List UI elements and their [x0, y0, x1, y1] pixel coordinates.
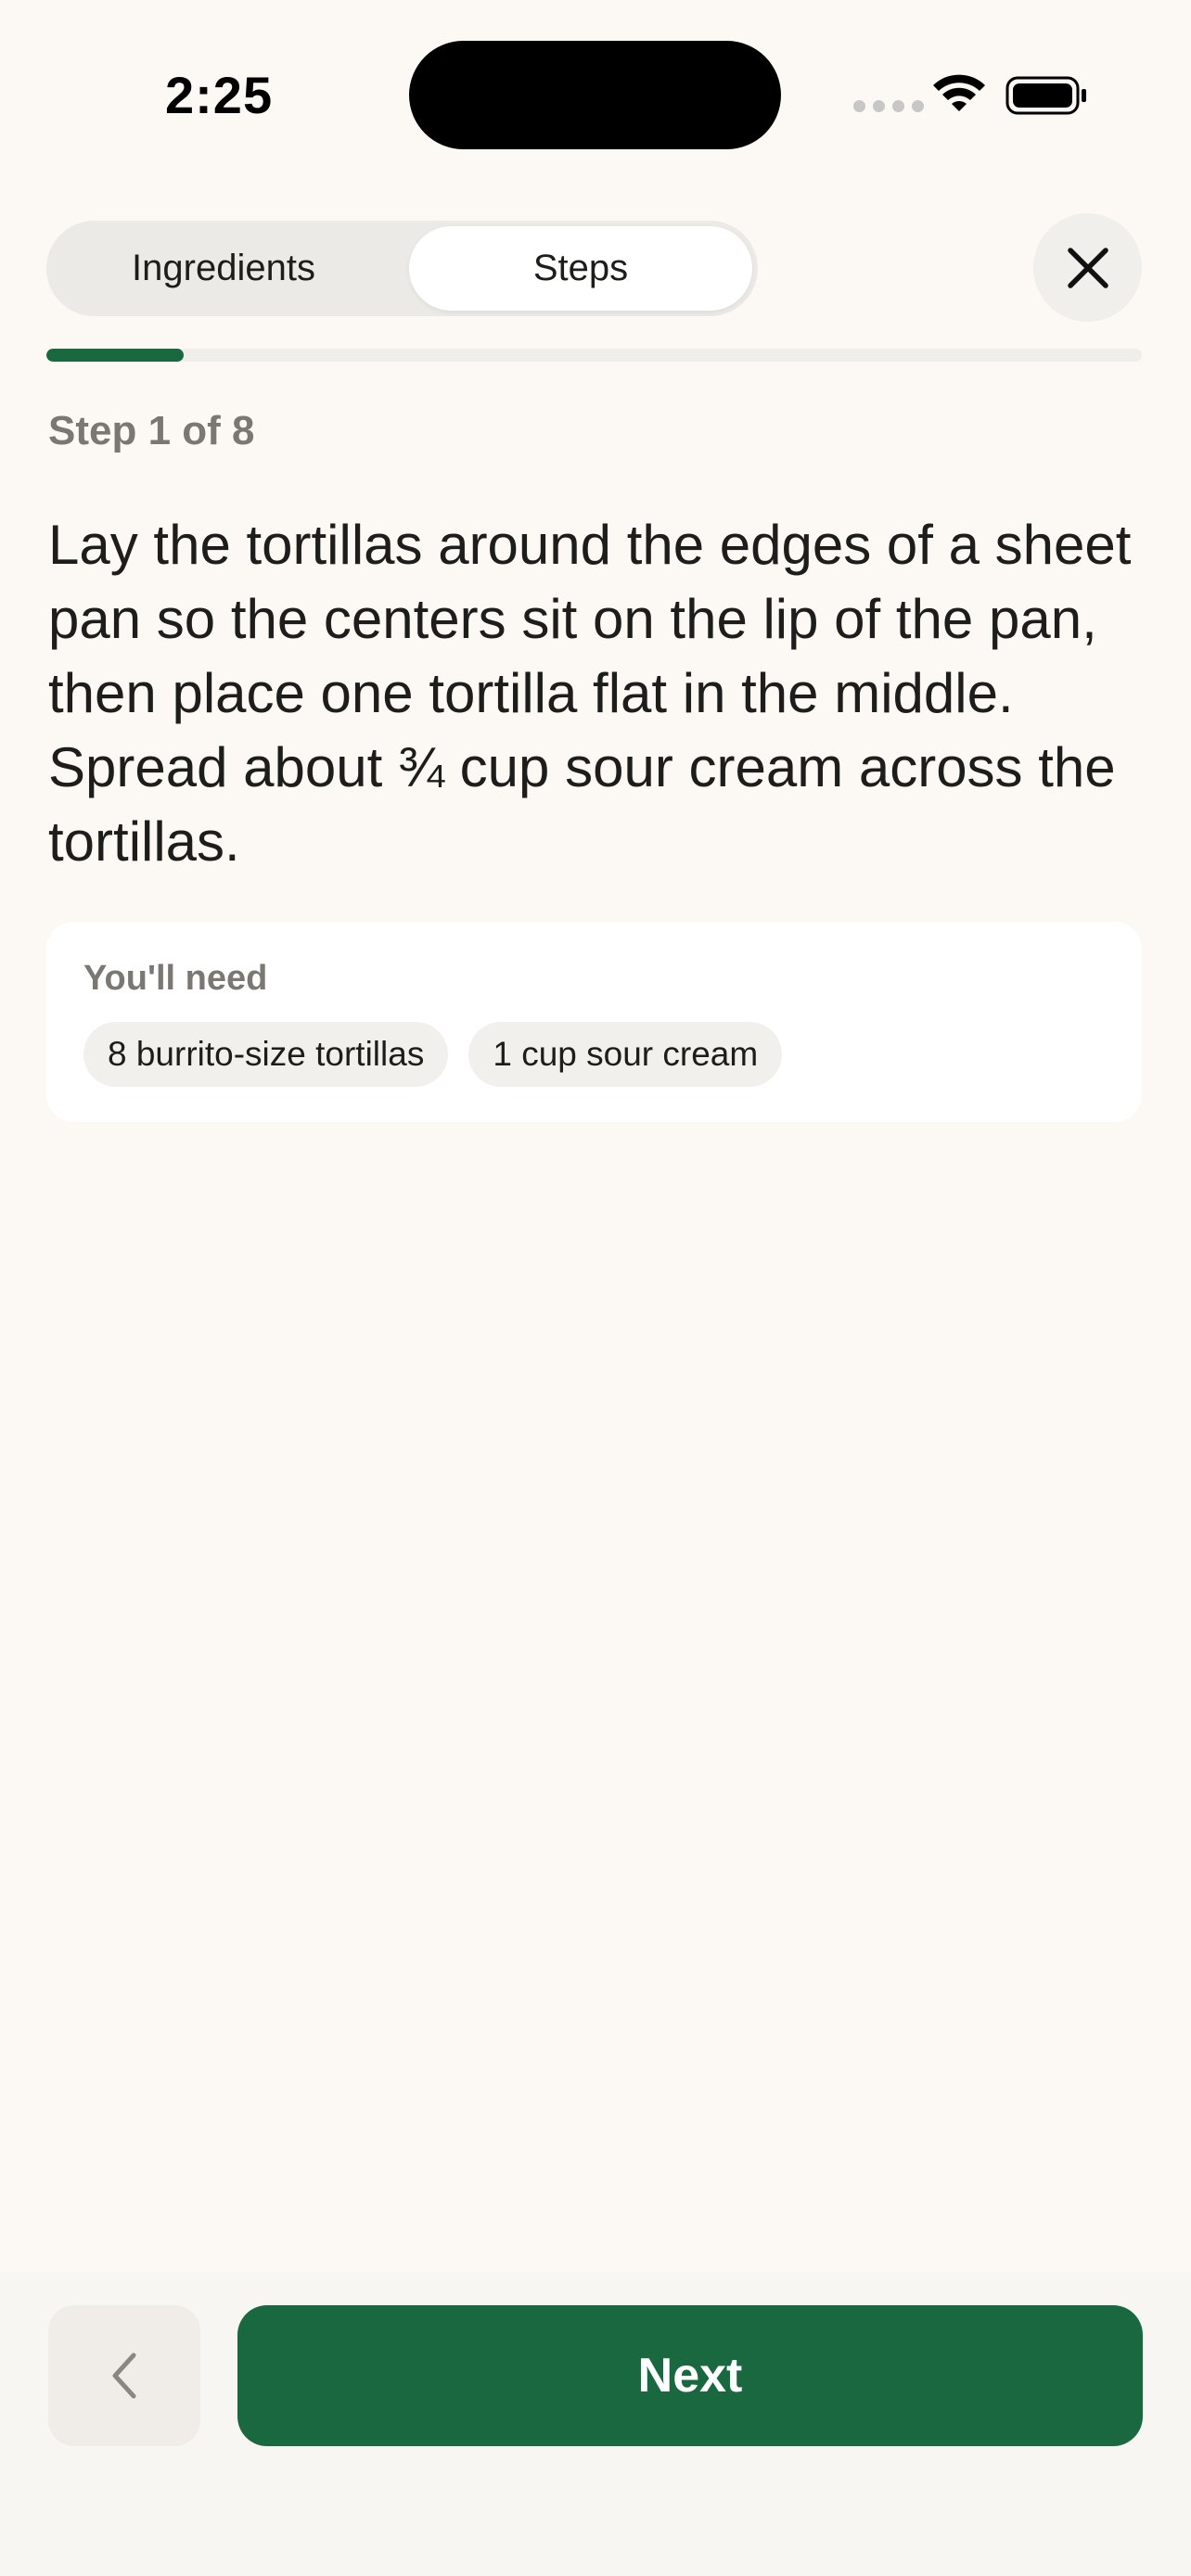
tab-steps[interactable]: Steps [409, 226, 752, 311]
dynamic-island [409, 41, 781, 149]
step-progress-bar [46, 349, 1142, 362]
ingredient-chip: 8 burrito-size tortillas [83, 1022, 449, 1087]
close-icon [1067, 247, 1108, 288]
previous-step-button[interactable] [48, 2305, 200, 2446]
step-progress-fill [46, 349, 184, 362]
tab-ingredients[interactable]: Ingredients [52, 226, 395, 311]
status-bar: 2:25 [0, 0, 1191, 185]
step-instruction: Lay the tortillas around the edges of a … [48, 514, 1132, 873]
wifi-icon [933, 74, 985, 111]
cellular-signal-icon [853, 100, 924, 112]
ingredient-chip: 1 cup sour cream [468, 1022, 783, 1087]
ingredients-needed-title: You'll need [83, 959, 268, 998]
bottom-navigation-bar: Next [0, 2272, 1191, 2576]
chevron-left-icon [112, 2353, 136, 2399]
battery-icon [1005, 76, 1086, 115]
status-time: 2:25 [165, 66, 274, 124]
ingredient-chip-list: 8 burrito-size tortillas 1 cup sour crea… [83, 1022, 783, 1087]
close-button[interactable] [1033, 213, 1142, 322]
step-counter: Step 1 of 8 [48, 408, 255, 453]
ingredients-needed-card: You'll need 8 burrito-size tortillas 1 c… [46, 922, 1142, 1122]
next-step-button[interactable]: Next [237, 2305, 1143, 2446]
view-segmented-control: Ingredients Steps [46, 221, 758, 316]
